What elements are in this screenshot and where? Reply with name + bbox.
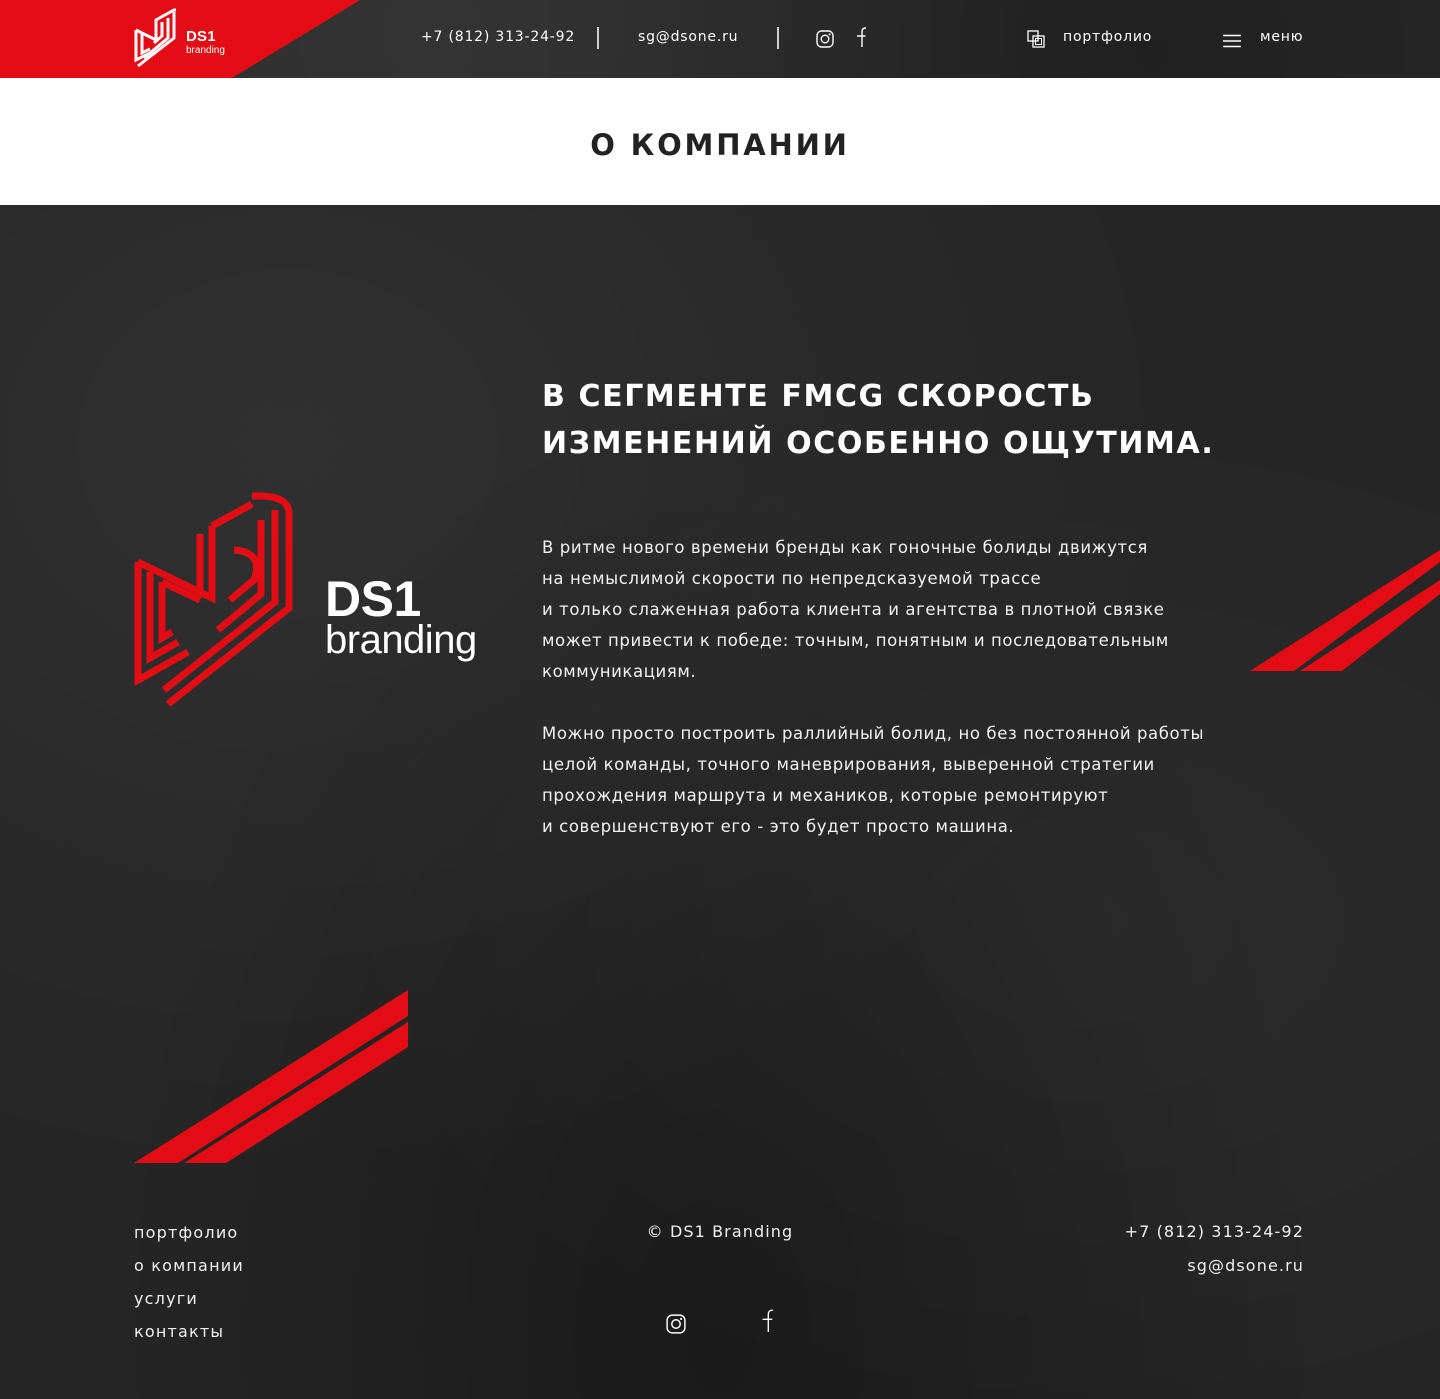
header-divider — [777, 27, 779, 49]
facebook-icon[interactable] — [758, 1307, 774, 1338]
header-phone-link[interactable]: +7 (812) 313-24-92 — [421, 29, 575, 45]
footer-link-services[interactable]: услуги — [134, 1289, 198, 1308]
logo-ds-text: DS1 — [186, 28, 216, 45]
page-title: О КОМПАНИИ — [590, 128, 850, 162]
big-logo-branding-text: branding — [325, 618, 477, 662]
menu-icon[interactable] — [1223, 33, 1241, 52]
section-headline: В СЕГМЕНТЕ FMCG СКОРОСТЬ ИЗМЕНЕНИЙ ОСОБЕ… — [542, 379, 1215, 461]
decorative-stripes-right — [1250, 550, 1440, 671]
instagram-icon[interactable] — [666, 1314, 686, 1338]
facebook-icon[interactable] — [853, 26, 867, 52]
header-portfolio-link[interactable]: портфолио — [1063, 29, 1152, 45]
logo-mark-icon — [134, 8, 176, 68]
footer-email-link[interactable]: sg@dsone.ru — [1187, 1256, 1304, 1275]
title-band: О КОМПАНИИ — [0, 78, 1440, 205]
footer-link-about[interactable]: о компании — [134, 1256, 244, 1275]
portfolio-icon[interactable] — [1027, 30, 1045, 52]
header-divider — [597, 27, 599, 49]
decorative-stripes-left — [134, 990, 408, 1163]
logo-mark-large-icon — [134, 492, 293, 707]
instagram-icon[interactable] — [816, 30, 834, 52]
big-logo: DS1 branding — [134, 490, 494, 715]
paragraph-2: Можно просто построить раллийный болид, … — [542, 724, 1205, 836]
site-header: DS1 branding +7 (812) 313-24-92 sg@dsone… — [0, 0, 1440, 78]
header-menu-button[interactable]: меню — [1260, 29, 1303, 45]
paragraph-1: В ритме нового времени бренды как гоночн… — [542, 538, 1169, 681]
header-logo[interactable]: DS1 branding — [134, 8, 234, 70]
logo-branding-text: branding — [186, 45, 225, 56]
header-email-link[interactable]: sg@dsone.ru — [638, 29, 738, 45]
footer-phone-link[interactable]: +7 (812) 313-24-92 — [1125, 1222, 1304, 1241]
footer-link-contacts[interactable]: контакты — [134, 1322, 224, 1341]
about-section: DS1 branding В СЕГМЕНТЕ FMCG СКОРОСТЬ ИЗ… — [0, 205, 1440, 1399]
